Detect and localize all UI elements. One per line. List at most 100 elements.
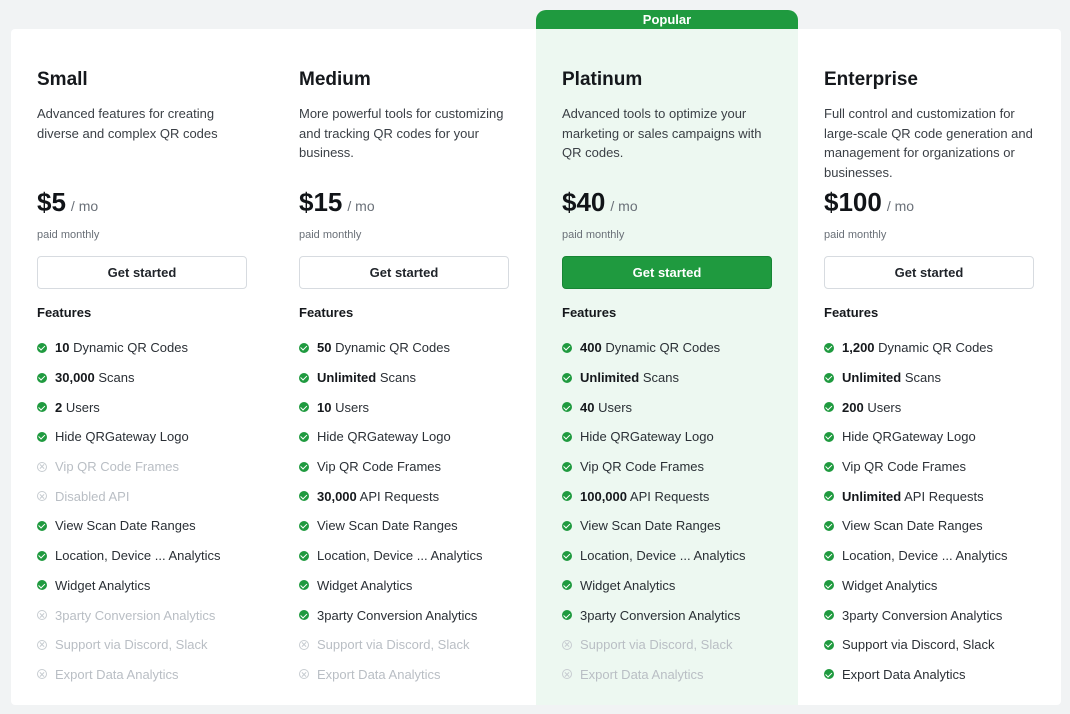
feature-label: Scans [639, 370, 679, 386]
check-circle-icon [299, 431, 309, 442]
feature-quantity: 30,000 [317, 488, 357, 504]
feature-item: 3party Conversion Analytics [824, 600, 1054, 630]
feature-label: 3party Conversion Analytics [317, 607, 478, 623]
get-started-button[interactable]: Get started [299, 256, 509, 289]
check-circle-icon [562, 610, 572, 621]
check-circle-icon [299, 580, 309, 591]
feature-item: Location, Device ... Analytics [824, 541, 1054, 571]
feature-quantity: Unlimited [842, 488, 902, 504]
feature-label: Hide QRGateway Logo [317, 429, 451, 445]
plan-description: More powerful tools for customizing and … [299, 106, 504, 161]
feature-label: 3party Conversion Analytics [580, 607, 741, 623]
feature-quantity: Unlimited [842, 370, 902, 386]
plan-price: $100 [824, 187, 882, 217]
feature-item: Support via Discord, Slack [562, 630, 792, 660]
price-row: $15/ mo [299, 187, 375, 218]
plan-description: Advanced features for creating diverse a… [37, 106, 218, 141]
feature-item: View Scan Date Ranges [299, 511, 529, 541]
feature-item: 2 Users [37, 392, 267, 422]
feature-item: Widget Analytics [824, 571, 1054, 601]
plan-description: Advanced tools to optimize your marketin… [562, 106, 762, 161]
feature-quantity: 10 [55, 340, 70, 356]
plan-name: Small [37, 69, 88, 90]
feature-item: 3party Conversion Analytics [37, 600, 267, 630]
feature-item: View Scan Date Ranges [37, 511, 267, 541]
plan-medium: Medium More powerful tools for customizi… [273, 29, 535, 705]
feature-label: Location, Device ... Analytics [55, 548, 221, 564]
feature-label: API Requests [356, 488, 440, 504]
price-row: $100/ mo [824, 187, 914, 218]
feature-item: Widget Analytics [299, 571, 529, 601]
feature-label: Location, Device ... Analytics [317, 548, 483, 564]
feature-label: Location, Device ... Analytics [842, 548, 1008, 564]
check-circle-icon [37, 342, 47, 353]
feature-label: View Scan Date Ranges [842, 518, 983, 534]
check-circle-icon [562, 372, 572, 383]
feature-quantity: 2 [55, 399, 63, 415]
feature-quantity: 40 [580, 399, 595, 415]
check-circle-icon [37, 580, 47, 591]
get-started-button[interactable]: Get started [562, 256, 772, 289]
feature-item: Location, Device ... Analytics [562, 541, 792, 571]
feature-label: Widget Analytics [317, 577, 413, 593]
plan-price: $40 [562, 187, 606, 217]
feature-label: Hide QRGateway Logo [55, 429, 189, 445]
price-period: / mo [347, 198, 375, 214]
check-circle-icon [824, 402, 834, 413]
check-circle-icon [824, 639, 834, 650]
billing-note: paid monthly [299, 229, 362, 241]
feature-item: Support via Discord, Slack [299, 630, 529, 660]
check-circle-icon [37, 431, 47, 442]
feature-item: Vip QR Code Frames [824, 452, 1054, 482]
feature-label: Support via Discord, Slack [842, 637, 995, 653]
check-circle-icon [824, 342, 834, 353]
x-circle-icon [37, 669, 47, 680]
feature-item: 40 Users [562, 392, 792, 422]
get-started-button[interactable]: Get started [37, 256, 247, 289]
plan-name: Medium [299, 69, 371, 90]
feature-label: Export Data Analytics [317, 666, 441, 682]
feature-item: Export Data Analytics [37, 660, 267, 690]
feature-quantity: Unlimited [317, 370, 377, 386]
feature-label: Dynamic QR Codes [601, 340, 721, 356]
feature-list: 1,200 Dynamic QR Codes Unlimited Scans 200… [824, 333, 1054, 689]
feature-item: 30,000 API Requests [299, 481, 529, 511]
check-circle-icon [824, 550, 834, 561]
feature-label: Hide QRGateway Logo [842, 429, 976, 445]
plan-platinum: Platinum Advanced tools to optimize your… [536, 29, 798, 705]
features-heading: Features [37, 305, 92, 320]
feature-item: Hide QRGateway Logo [37, 422, 267, 452]
check-circle-icon [37, 402, 47, 413]
feature-label: Widget Analytics [842, 577, 938, 593]
feature-list: 400 Dynamic QR Codes Unlimited Scans 40 Us… [562, 333, 792, 689]
check-circle-icon [299, 342, 309, 353]
feature-list: 50 Dynamic QR Codes Unlimited Scans 10 Use… [299, 333, 529, 689]
feature-item: Unlimited API Requests [824, 481, 1054, 511]
feature-item: Vip QR Code Frames [562, 452, 792, 482]
feature-label: Users [62, 399, 100, 415]
plan-enterprise: Enterprise Full control and customizatio… [798, 29, 1060, 705]
feature-quantity: 100,000 [580, 488, 627, 504]
feature-quantity: 30,000 [55, 370, 95, 386]
feature-item: 200 Users [824, 392, 1054, 422]
feature-item: 3party Conversion Analytics [299, 600, 529, 630]
check-circle-icon [562, 431, 572, 442]
check-circle-icon [824, 669, 834, 680]
check-circle-icon [824, 491, 834, 502]
check-circle-icon [562, 550, 572, 561]
feature-quantity: 200 [842, 399, 864, 415]
feature-item: 1,200 Dynamic QR Codes [824, 333, 1054, 363]
feature-label: Disabled API [55, 488, 130, 504]
price-row: $40/ mo [562, 187, 638, 218]
feature-item: Hide QRGateway Logo [299, 422, 529, 452]
check-circle-icon [37, 372, 47, 383]
feature-item: View Scan Date Ranges [562, 511, 792, 541]
feature-label: Support via Discord, Slack [55, 637, 208, 653]
check-circle-icon [562, 342, 572, 353]
check-circle-icon [562, 491, 572, 502]
check-circle-icon [824, 520, 834, 531]
feature-label: Hide QRGateway Logo [580, 429, 714, 445]
get-started-button[interactable]: Get started [824, 256, 1034, 289]
feature-item: 400 Dynamic QR Codes [562, 333, 792, 363]
feature-label: Export Data Analytics [55, 666, 179, 682]
